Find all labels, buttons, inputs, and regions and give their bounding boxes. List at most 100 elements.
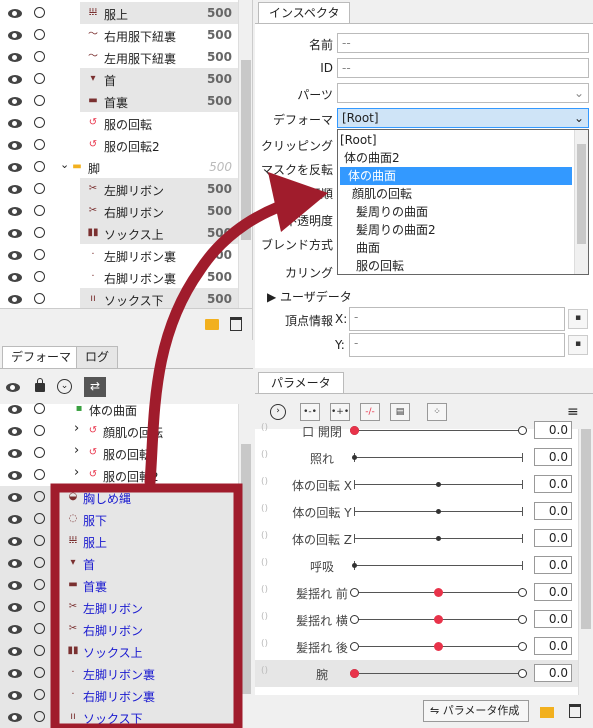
lock-circle-icon[interactable] [34, 623, 45, 634]
parameter-value-field[interactable]: 0.0 [534, 421, 572, 439]
pin-icon[interactable]: () [261, 585, 268, 595]
deformer-row[interactable]: › ↺ 服の回転2 [0, 464, 238, 486]
deformer-option[interactable]: 曲面 [340, 239, 572, 257]
deformer-scrollbar[interactable] [238, 404, 253, 728]
new-folder-icon[interactable] [205, 319, 219, 330]
pin-icon[interactable]: () [261, 450, 268, 460]
pin-icon[interactable]: () [261, 504, 268, 514]
visibility-icon[interactable] [8, 119, 22, 128]
parameter-slider-knob[interactable] [352, 455, 357, 460]
lock-circle-icon[interactable] [34, 205, 45, 216]
parameter-track[interactable] [354, 673, 522, 674]
visibility-icon[interactable] [8, 581, 22, 590]
lock-circle-icon[interactable] [34, 73, 45, 84]
visibility-icon[interactable] [8, 493, 22, 502]
visibility-icon[interactable] [8, 295, 22, 304]
keyform-point[interactable] [350, 642, 359, 651]
name-field[interactable]: -- [337, 33, 589, 53]
chevron-down-icon[interactable]: ⌄ [60, 158, 69, 171]
lock-circle-icon[interactable] [34, 29, 45, 40]
visibility-icon[interactable] [8, 559, 22, 568]
lock-circle-icon[interactable] [34, 95, 45, 106]
visibility-toggle-icon[interactable] [6, 383, 20, 392]
lock-circle-icon[interactable] [34, 689, 45, 700]
deformer-row[interactable]: ✂ 右脚リボン [0, 618, 238, 640]
parameter-value-field[interactable]: 0.0 [534, 556, 572, 574]
vertex-x-button[interactable]: ▪ [568, 309, 588, 329]
parameter-slider-knob[interactable] [434, 615, 443, 624]
lock-circle-icon[interactable] [34, 491, 45, 502]
keyform-point[interactable] [518, 426, 527, 435]
deformer-row[interactable]: · 左脚リボン裏 [0, 662, 238, 684]
parameter-track[interactable] [354, 457, 522, 458]
lock-circle-icon[interactable] [34, 711, 45, 722]
deformer-option[interactable]: 髪周りの曲面 [340, 203, 572, 221]
visibility-icon[interactable] [8, 9, 22, 18]
deformer-select[interactable]: [Root] ⌄ [337, 108, 589, 128]
visibility-icon[interactable] [8, 207, 22, 216]
pin-icon[interactable]: () [261, 558, 268, 568]
visibility-icon[interactable] [8, 471, 22, 480]
lock-circle-icon[interactable] [34, 51, 45, 62]
parameter-scrollbar[interactable] [578, 429, 593, 695]
chevron-right-icon[interactable]: › [74, 421, 79, 436]
parameter-slider-knob[interactable] [434, 642, 443, 651]
lock-circle-icon[interactable] [34, 293, 45, 304]
parts-scrollbar[interactable] [238, 0, 252, 308]
visibility-icon[interactable] [8, 31, 22, 40]
lock-circle-icon[interactable] [34, 7, 45, 18]
swap-button[interactable]: ⇄ [84, 377, 106, 397]
parameter-value-field[interactable]: 0.0 [534, 583, 572, 601]
lock-circle-icon[interactable] [34, 667, 45, 678]
lock-circle-icon[interactable] [34, 513, 45, 524]
parameter-slider-knob[interactable] [350, 426, 359, 435]
visibility-icon[interactable] [8, 251, 22, 260]
deformer-option[interactable]: 体の曲面2 [340, 149, 572, 167]
lock-circle-icon[interactable] [34, 139, 45, 150]
lock-icon[interactable] [35, 383, 45, 392]
visibility-icon[interactable] [8, 97, 22, 106]
visibility-icon[interactable] [8, 713, 22, 722]
parameter-slider-knob[interactable] [350, 669, 359, 678]
expand-circle-icon[interactable]: ⌄ [57, 379, 72, 394]
trash-icon[interactable] [569, 704, 581, 718]
visibility-icon[interactable] [8, 625, 22, 634]
lock-circle-icon[interactable] [34, 447, 45, 458]
visibility-icon[interactable] [8, 603, 22, 612]
visibility-icon[interactable] [8, 141, 22, 150]
chevron-right-icon[interactable]: › [74, 443, 79, 458]
parameter-slider-knob[interactable] [352, 563, 357, 568]
chevron-right-icon[interactable]: › [74, 465, 79, 480]
parameter-value-field[interactable]: 0.0 [534, 610, 572, 628]
keyform-point[interactable] [350, 615, 359, 624]
deformer-row[interactable]: ▾ 首 [0, 552, 238, 574]
pin-icon[interactable]: () [261, 639, 268, 649]
deformer-row[interactable]: ▮▮ ソックス上 [0, 640, 238, 662]
lock-circle-icon[interactable] [34, 601, 45, 612]
tab-log[interactable]: ログ [76, 346, 119, 368]
tab-inspector[interactable]: インスペクタ [258, 2, 351, 24]
tab-parameter[interactable]: パラメータ [258, 372, 344, 394]
parameter-slider-knob[interactable] [436, 482, 441, 487]
lock-circle-icon[interactable] [34, 227, 45, 238]
lock-circle-icon[interactable] [34, 425, 45, 436]
parameter-value-field[interactable]: 0.0 [534, 664, 572, 682]
vertex-y-field[interactable]: - [349, 333, 565, 357]
lock-circle-icon[interactable] [34, 161, 45, 172]
deformer-row[interactable]: ◒ 胸しめ縄 [0, 486, 238, 508]
lock-circle-icon[interactable] [34, 535, 45, 546]
parameter-value-field[interactable]: 0.0 [534, 448, 572, 466]
lock-circle-icon[interactable] [34, 271, 45, 282]
vertex-y-button[interactable]: ▪ [568, 335, 588, 355]
visibility-icon[interactable] [8, 185, 22, 194]
deformer-row[interactable]: ▪ 体の曲面 [0, 398, 238, 420]
lock-circle-icon[interactable] [34, 117, 45, 128]
create-parameter-button[interactable]: ⇋ パラメータ作成 [423, 700, 529, 722]
pin-icon[interactable]: () [261, 423, 268, 433]
lock-circle-icon[interactable] [34, 579, 45, 590]
visibility-icon[interactable] [8, 273, 22, 282]
parameter-track[interactable] [354, 430, 522, 431]
visibility-icon[interactable] [8, 405, 22, 414]
parameter-value-field[interactable]: 0.0 [534, 475, 572, 493]
pin-icon[interactable]: () [261, 612, 268, 622]
